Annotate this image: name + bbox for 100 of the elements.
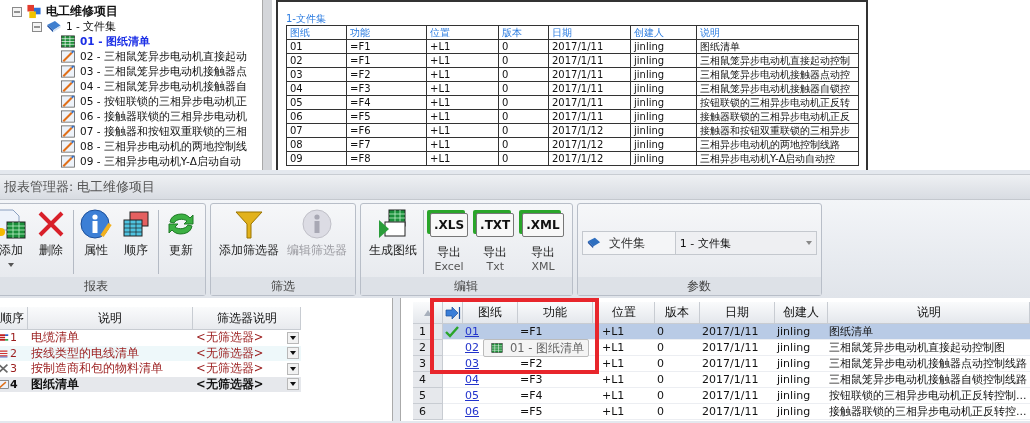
tree-item[interactable]: 07 - 接触器和按钮双重联锁的三相 <box>80 124 247 139</box>
drawing-icon <box>60 79 76 94</box>
report-row[interactable]: 3 按制造商和包的物料清单 <无筛选器> <box>0 361 301 377</box>
column-header[interactable]: 创建人 <box>775 302 828 324</box>
ribbon-button[interactable]: 生成图纸 <box>365 208 421 258</box>
ribbon-button[interactable]: 添加筛选器 <box>215 208 283 258</box>
tree-item[interactable]: 06 - 接触器联锁的三相异步电动机 <box>80 109 247 124</box>
table-cell: +L1 <box>593 372 655 388</box>
tree-item[interactable]: 05 - 按钮联锁的三相异步电动机正 <box>80 94 247 109</box>
drawing-row[interactable]: 1 01 =F1 +L1 0 2017/1/11 jinling 图纸清单 <box>413 324 1030 340</box>
ribbon-button[interactable]: 更新 <box>161 208 201 258</box>
ribbon-button[interactable]: .XLS 导出 Excel <box>426 208 473 273</box>
table-cell: 三相异步电动机的两地控制线路 <box>696 137 859 152</box>
ribbon-button[interactable]: 添加 <box>0 208 31 267</box>
report-row[interactable]: 4 图纸清单 <无筛选器> <box>0 376 301 392</box>
table-cell: =F1 <box>346 53 427 68</box>
ribbon-button[interactable]: .XML 导出 XML <box>518 208 568 273</box>
drawing-row[interactable]: 6 06 =F5 +L1 0 2017/1/11 jinling 接触器联锁的三相异步电动机正反转控… <box>413 404 1030 420</box>
table-cell: jinling <box>630 151 697 166</box>
dropdown-button[interactable] <box>287 347 299 360</box>
column-header[interactable]: 位置 <box>593 302 655 324</box>
table-cell: jinling <box>775 388 828 404</box>
collapse-icon[interactable] <box>32 21 42 32</box>
table-cell: 按钮联锁的三相异步电动机正反转控制… <box>828 388 1030 404</box>
ribbon-button[interactable]: 属性 <box>76 208 116 258</box>
row-number: 5 <box>413 388 443 404</box>
table-cell: 三相鼠笼异步电动机直接起动控制图 <box>828 340 1030 356</box>
sort-icon[interactable] <box>423 309 432 316</box>
table-cell: +L1 <box>426 151 499 166</box>
tree-item[interactable]: 08 - 三相异步电动机的两地控制线 <box>80 139 247 154</box>
tree-item[interactable]: 09 - 三相异步电动机Y-Δ启动自动 <box>80 154 241 169</box>
table-cell: +L1 <box>593 356 655 372</box>
column-header: 说明 <box>696 25 859 40</box>
column-header[interactable]: 筛选器说明 <box>193 307 301 330</box>
table-cell: 2017/1/11 <box>548 95 631 110</box>
column-header[interactable]: 说明 <box>828 302 1030 324</box>
drawing-row[interactable]: 4 04 =F3 +L1 0 2017/1/11 jinling 三相鼠笼异步电动机接触器自锁控制线路 <box>413 372 1030 388</box>
table-cell: 三相鼠笼异步电动机接触器自锁控 <box>696 81 859 96</box>
table-cell: +L1 <box>593 388 655 404</box>
drawing-row[interactable]: 5 05 =F4 +L1 0 2017/1/11 jinling 按钮联锁的三相异步电动机正反转控制… <box>413 388 1030 404</box>
table-cell: jinling <box>775 340 828 356</box>
table-cell: 2017/1/11 <box>548 53 631 68</box>
group-label: 报表 <box>0 277 205 295</box>
project-icon <box>26 4 42 19</box>
tree-item[interactable]: 04 - 三相鼠笼异步电动机接触器自 <box>80 79 247 94</box>
drawing-link[interactable]: 06 <box>463 404 518 420</box>
panel-title: 报表管理器: 电工维修项目 <box>4 178 156 196</box>
table-cell: 按钮联锁的三相异步电动机正反转 <box>696 95 859 110</box>
column-header: 创建人 <box>630 25 697 40</box>
group-label: 参数 <box>577 277 821 295</box>
table-cell: 0 <box>498 123 549 138</box>
table-cell: jinling <box>775 404 828 420</box>
table-cell: jinling <box>630 137 697 152</box>
table-cell: 三相鼠笼异步电动机接触器自锁控制线路 <box>828 372 1030 388</box>
tree-item[interactable]: 电工维修项目 <box>46 4 118 19</box>
tree-item[interactable]: 02 - 三相鼠笼异步电动机直接起动 <box>80 49 247 64</box>
file-type-badge: .XML <box>522 213 564 237</box>
tree-item[interactable]: 1 - 文件集 <box>66 19 117 34</box>
arrow-icon[interactable] <box>444 305 461 320</box>
add-table-icon <box>0 208 27 240</box>
table-cell: jinling <box>630 123 697 138</box>
ribbon-button[interactable]: .TXT 导出 Txt <box>472 208 519 273</box>
row-number: 3 <box>10 362 17 376</box>
report-row[interactable]: 2 按线类型的电线清单 <无筛选器> <box>0 345 301 361</box>
drawing-icon <box>0 378 9 390</box>
dropdown-button[interactable] <box>287 331 299 344</box>
column-header[interactable]: 说明 <box>28 307 193 330</box>
report-row[interactable]: 1 电缆清单 <无筛选器> <box>0 330 301 346</box>
table-cell: 2017/1/12 <box>548 123 631 138</box>
drawing-icon <box>60 154 76 169</box>
column-header[interactable]: 顺序 <box>0 307 28 330</box>
table-cell: 0 <box>498 151 549 166</box>
drawing-link[interactable]: 04 <box>463 372 518 388</box>
table-cell: jinling <box>630 39 697 54</box>
table-cell: jinling <box>630 95 697 110</box>
column-header[interactable]: 日期 <box>700 302 775 324</box>
drawing-link[interactable]: 05 <box>463 388 518 404</box>
column-header[interactable]: 功能 <box>518 302 593 324</box>
row-number: 2 <box>10 346 17 360</box>
table-cell: +L1 <box>426 137 499 152</box>
grid-icon <box>490 342 504 354</box>
dropdown-button[interactable] <box>287 362 299 375</box>
caret-icon <box>290 382 296 387</box>
file-type-badge: .TXT <box>476 213 515 237</box>
table-cell: 02 <box>286 53 347 68</box>
tree-item[interactable]: 03 - 三相鼠笼异步电动机接触器点 <box>80 64 247 79</box>
ribbon-button[interactable]: 顺序 <box>116 208 156 258</box>
table-cell: 08 <box>286 137 347 152</box>
tree-item[interactable]: 01 - 图纸清单 <box>80 34 151 49</box>
column-header[interactable]: 图纸 <box>463 302 518 324</box>
table-cell: =F5 <box>518 404 593 420</box>
table-cell: =F7 <box>346 137 427 152</box>
column-header[interactable]: 版本 <box>655 302 700 324</box>
row-number: 6 <box>413 404 443 420</box>
collapse-icon[interactable] <box>12 6 22 17</box>
funnel-icon <box>233 208 265 240</box>
row-number: 4 <box>10 377 18 391</box>
dropdown-button[interactable] <box>287 378 299 391</box>
table-cell: 2017/1/11 <box>700 388 775 404</box>
ribbon-button[interactable]: 删除 <box>31 208 71 258</box>
